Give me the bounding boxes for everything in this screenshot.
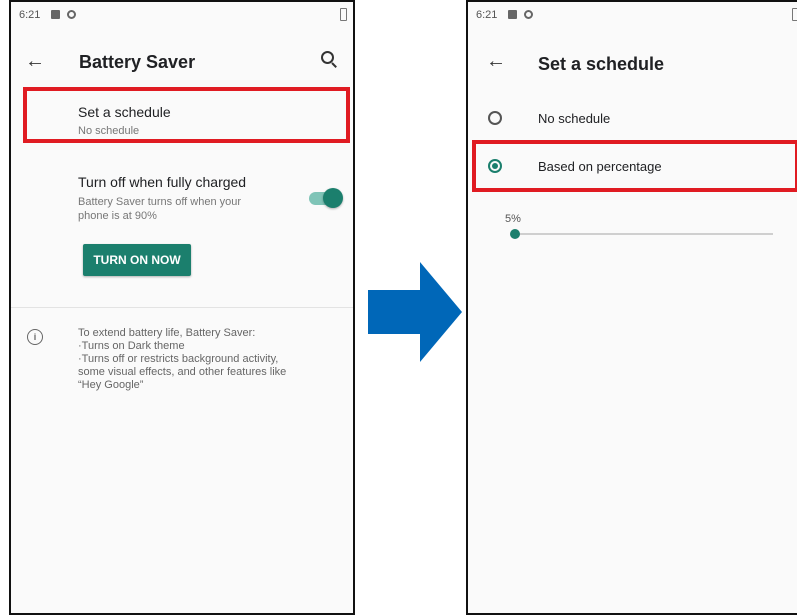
- turn-off-when-charged-title: Turn off when fully charged: [78, 174, 247, 190]
- arrow-right-icon: [368, 262, 462, 362]
- fully-charged-toggle[interactable]: [307, 188, 343, 208]
- status-time: 6:21: [19, 9, 41, 21]
- turn-on-now-button[interactable]: TURN ON NOW: [83, 244, 191, 276]
- battery-icon: [792, 8, 797, 21]
- turn-off-when-charged-subtitle: Battery Saver turns off when your phone …: [78, 196, 242, 222]
- page-title: Battery Saver: [79, 52, 196, 72]
- arrow-left-icon[interactable]: ←: [486, 50, 506, 73]
- notification-icon: [508, 10, 517, 19]
- divider: [11, 307, 353, 308]
- battery-icon: [340, 8, 347, 21]
- status-bar: 6:21: [11, 2, 353, 32]
- search-icon[interactable]: [319, 49, 339, 69]
- battery-saver-screen: 6:21 ← Battery Saver Set a schedule No s…: [9, 0, 355, 615]
- page-title: Set a schedule: [538, 54, 665, 74]
- status-bar: 6:21: [468, 2, 797, 32]
- slider-value-label: 5%: [505, 213, 521, 225]
- app-bar: ← Set a schedule: [468, 32, 797, 90]
- arrow-left-icon[interactable]: ←: [25, 50, 45, 73]
- toggle-thumb: [323, 188, 343, 208]
- app-bar: ← Battery Saver: [11, 32, 353, 90]
- option-label: No schedule: [538, 111, 611, 126]
- slider-track: [511, 233, 773, 235]
- notification-icon: [51, 10, 60, 19]
- status-time: 6:21: [476, 9, 498, 21]
- slider-thumb[interactable]: [510, 229, 520, 239]
- highlight-box: [472, 140, 797, 192]
- highlight-box: [23, 87, 350, 143]
- battery-saver-info-text: To extend battery life, Battery Saver: ·…: [78, 327, 287, 391]
- info-icon: i: [27, 329, 43, 345]
- settings-gear-icon: [67, 10, 76, 19]
- set-schedule-screen: 6:21 ← Set a schedule No schedule Based …: [466, 0, 797, 615]
- radio-no-schedule[interactable]: [488, 111, 502, 125]
- settings-gear-icon: [524, 10, 533, 19]
